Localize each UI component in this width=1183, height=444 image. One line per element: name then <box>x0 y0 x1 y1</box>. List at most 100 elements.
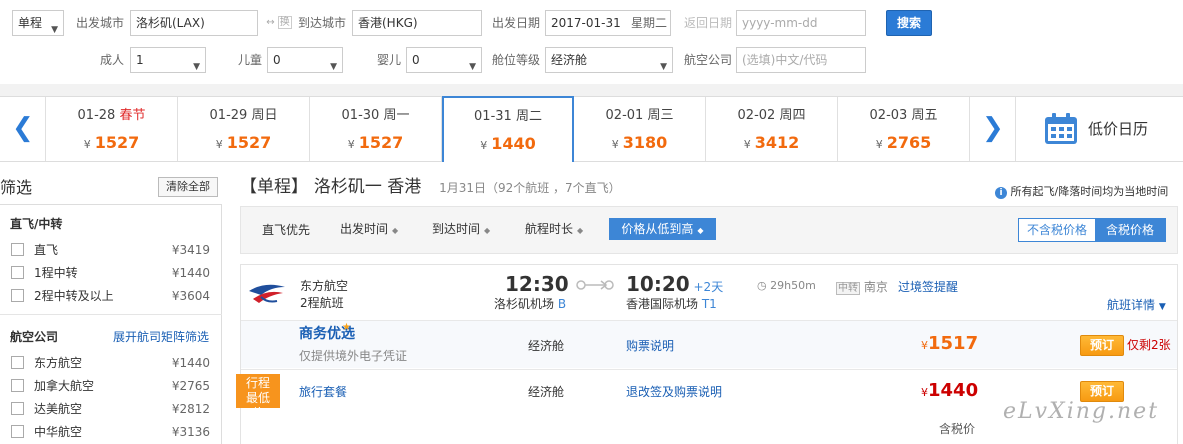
refund-rules-link[interactable]: 退改签及购票说明 <box>626 384 722 400</box>
date-price-value: 1527 <box>358 133 404 152</box>
filter-option[interactable]: 达美航空 ¥2812 <box>10 400 212 418</box>
date-price: ¥1527 <box>46 133 177 155</box>
trip-type-select[interactable]: 单程 ▼ <box>12 10 64 36</box>
book-button[interactable]: 预订 <box>1080 335 1124 356</box>
fare-price-value: 1440 <box>928 380 979 401</box>
date-price: ¥3180 <box>574 133 705 155</box>
price-toggle-excl-tax[interactable]: 不含税价格 <box>1019 219 1095 241</box>
transfer-info: 中转 南京 <box>836 279 888 297</box>
filter-option-label: 中华航空 <box>34 425 83 439</box>
arrive-day-offset: +2天 <box>693 280 724 294</box>
filter-option-price: ¥1440 <box>171 266 210 280</box>
next-dates-button[interactable]: ❯ <box>970 97 1016 161</box>
infant-select[interactable]: 0 ▼ <box>406 47 482 73</box>
child-select[interactable]: 0 ▼ <box>267 47 343 73</box>
depart-date-value: 2017-01-31 <box>551 16 621 30</box>
search-button[interactable]: 搜索 <box>886 10 932 36</box>
checkbox[interactable] <box>11 289 24 302</box>
sort-label: 航程时长 <box>525 222 574 236</box>
ticket-rules-link[interactable]: 购票说明 <box>626 338 674 354</box>
sort-depart-time[interactable]: 出发时间 ◆ <box>340 219 398 241</box>
filter-group-title: 直飞/中转 <box>10 217 63 231</box>
sort-price-asc[interactable]: 价格从低到高 ◆ <box>609 218 716 240</box>
adult-value: 1 <box>136 53 144 67</box>
date-label: 01-31 周二 <box>444 108 572 126</box>
filter-option-price: ¥3419 <box>171 243 210 257</box>
filter-option-label: 加拿大航空 <box>34 379 95 393</box>
weekday: 周五 <box>911 108 938 123</box>
depart-city-input[interactable]: 洛杉矶(LAX) <box>130 10 258 36</box>
sort-arrive-time[interactable]: 到达时间 ◆ <box>432 219 490 241</box>
date-cell-01-29[interactable]: 01-29 周日 ¥1527 <box>178 97 310 161</box>
infant-label: 婴儿 <box>377 53 402 67</box>
cabin-label: 舱位等级 <box>492 53 541 67</box>
clear-all-button[interactable]: 清除全部 <box>158 177 218 197</box>
filter-option[interactable]: 2程中转及以上 ¥3604 <box>10 287 212 305</box>
filter-option[interactable]: 中华航空 ¥3136 <box>10 423 212 441</box>
chevron-down-icon: ▼ <box>51 25 58 35</box>
depart-weekday: 星期二 <box>630 16 667 30</box>
prev-dates-button[interactable]: ❮ <box>0 97 46 161</box>
watermark: eLvXing.net <box>1003 399 1160 424</box>
weekday: 周四 <box>779 108 806 123</box>
flight-details-link[interactable]: 航班详情 ▼ <box>1107 297 1166 315</box>
filter-option[interactable]: 东方航空 ¥1440 <box>10 354 212 372</box>
chevron-left-icon: ❮ <box>12 113 34 143</box>
checkbox[interactable] <box>11 425 24 438</box>
trip-type-value: 单程 <box>18 16 43 30</box>
checkbox[interactable] <box>11 402 24 415</box>
date-cell-01-30[interactable]: 01-30 周一 ¥1527 <box>310 97 442 161</box>
filter-option-label: 直飞 <box>34 243 59 257</box>
sort-direct-first[interactable]: 直飞优先 <box>262 220 310 240</box>
filter-option[interactable]: 1程中转 ¥1440 <box>10 264 212 282</box>
trip-type-heading: 【单程】 <box>240 177 308 197</box>
date-price: ¥2765 <box>838 133 969 155</box>
date-value: 01-30 <box>341 108 380 123</box>
transfer-tag: 中转 <box>836 282 860 295</box>
adult-select[interactable]: 1 ▼ <box>130 47 206 73</box>
infant-value: 0 <box>412 53 420 67</box>
cabin-value: 经济舱 <box>551 53 588 67</box>
checkbox[interactable] <box>11 379 24 392</box>
arrive-city-label: 到达城市 <box>298 16 347 30</box>
arrive-time-value: 10:20 <box>626 272 690 296</box>
date-label: 02-01 周三 <box>574 107 705 125</box>
price-toggle-incl-tax[interactable]: 含税价格 <box>1095 219 1165 241</box>
cabin-select[interactable]: 经济舱 ▼ <box>545 47 673 73</box>
airline-input[interactable]: (选填)中文/代码 <box>736 47 866 73</box>
date-cell-02-03[interactable]: 02-03 周五 ¥2765 <box>838 97 970 161</box>
fare-brand-star-icon: ★ <box>342 322 351 333</box>
transit-visa-link[interactable]: 过境签提醒 <box>898 279 958 295</box>
results-heading: 【单程】 洛杉矶一 香港 1月31日（92个航班 ，7个直飞） <box>240 176 621 199</box>
date-price: ¥1527 <box>178 133 309 155</box>
swap-cities-button[interactable]: ↔ 换 <box>262 15 296 31</box>
arrive-airport-name: 香港国际机场 <box>626 297 699 311</box>
date-cell-01-31[interactable]: 01-31 周二 ¥1440 <box>442 96 574 162</box>
tax-included-note: 含税价 <box>939 422 976 436</box>
airline-label: 航空公司 <box>684 53 733 67</box>
low-price-calendar-button[interactable]: 低价日历 <box>1016 97 1183 161</box>
date-cell-01-28[interactable]: 01-28 春节 ¥1527 <box>46 97 178 161</box>
expand-airline-matrix-link[interactable]: 展开航司矩阵筛选 <box>113 329 209 345</box>
sort-arrows-icon: ◆ <box>697 226 704 235</box>
fare-brand[interactable]: 旅行套餐 <box>299 384 347 400</box>
checkbox[interactable] <box>11 356 24 369</box>
date-cell-02-02[interactable]: 02-02 周四 ¥3412 <box>706 97 838 161</box>
date-cell-02-01[interactable]: 02-01 周三 ¥3180 <box>574 97 706 161</box>
filter-option-label: 东方航空 <box>34 356 83 370</box>
filter-option[interactable]: 直飞 ¥3419 <box>10 241 212 259</box>
date-value: 02-02 <box>737 108 776 123</box>
filter-option-price: ¥3604 <box>171 289 210 303</box>
checkbox[interactable] <box>11 266 24 279</box>
depart-date-input[interactable]: 2017-01-31 星期二 <box>545 10 671 36</box>
low-price-calendar-label: 低价日历 <box>1088 120 1149 138</box>
sort-duration[interactable]: 航程时长 ◆ <box>525 219 583 241</box>
return-date-input[interactable]: yyyy-mm-dd <box>736 10 866 36</box>
filter-option-label: 1程中转 <box>34 266 78 280</box>
filter-option-label: 2程中转及以上 <box>34 289 114 303</box>
section-divider <box>0 84 1183 96</box>
checkbox[interactable] <box>11 243 24 256</box>
filter-option[interactable]: 加拿大航空 ¥2765 <box>10 377 212 395</box>
sort-label: 价格从低到高 <box>621 222 694 236</box>
arrive-city-input[interactable]: 香港(HKG) <box>352 10 482 36</box>
